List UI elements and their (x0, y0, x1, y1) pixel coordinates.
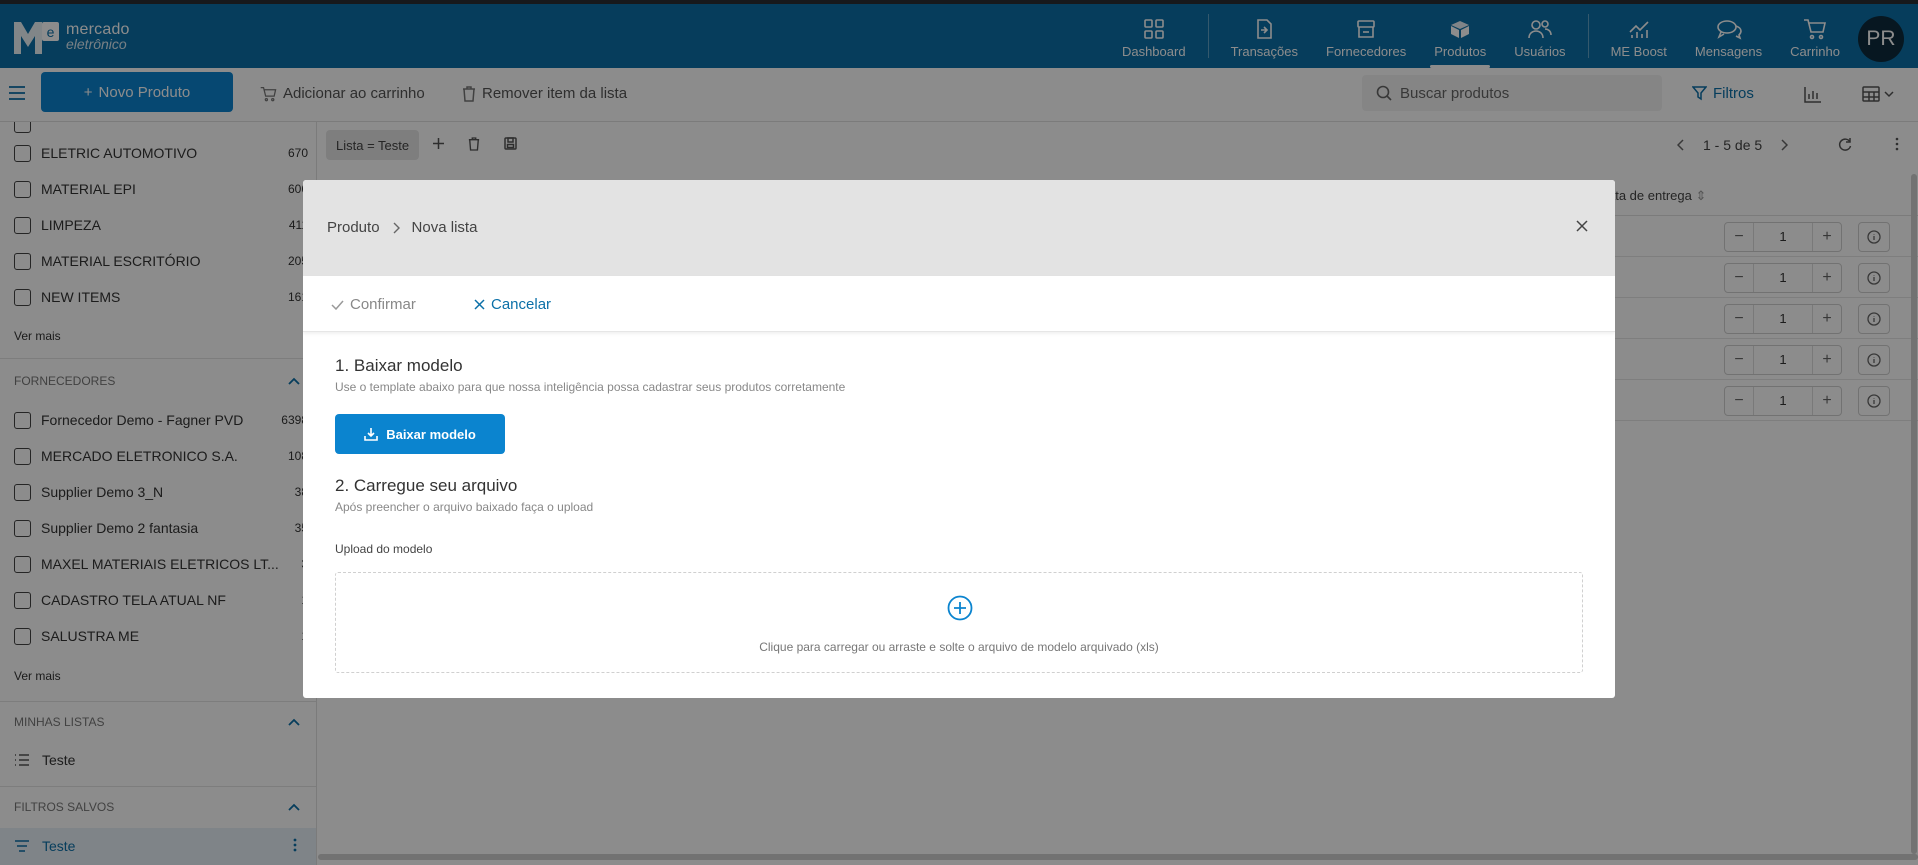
check-icon (331, 300, 344, 310)
modal-header: Produto Nova lista (303, 180, 1615, 276)
upload-dropzone[interactable]: Clique para carregar ou arraste e solte … (335, 572, 1583, 673)
close-icon (474, 299, 485, 310)
download-template-button[interactable]: Baixar modelo (335, 414, 505, 454)
add-circle-icon (947, 595, 973, 624)
breadcrumb: Produto Nova lista (327, 219, 477, 236)
step2-title: 2. Carregue seu arquivo (335, 476, 518, 495)
confirm-button[interactable]: Confirmar (331, 296, 416, 313)
breadcrumb-current: Nova lista (411, 219, 478, 236)
cancel-button[interactable]: Cancelar (474, 296, 551, 313)
step2-description: Após preencher o arquivo baixado faça o … (335, 500, 594, 514)
step1-description: Use o template abaixo para que nossa int… (335, 380, 846, 394)
close-icon[interactable] (1575, 219, 1589, 236)
dropzone-text: Clique para carregar ou arraste e solte … (759, 640, 1159, 654)
chevron-right-icon (393, 222, 400, 233)
modal-action-bar: Confirmar Cancelar (303, 276, 1615, 332)
new-list-modal: Produto Nova lista Confirmar Cancelar 1.… (303, 180, 1615, 698)
step1-title: 1. Baixar modelo (335, 356, 463, 375)
breadcrumb-root[interactable]: Produto (327, 219, 380, 236)
download-icon (364, 428, 379, 441)
upload-label: Upload do modelo (335, 542, 433, 556)
